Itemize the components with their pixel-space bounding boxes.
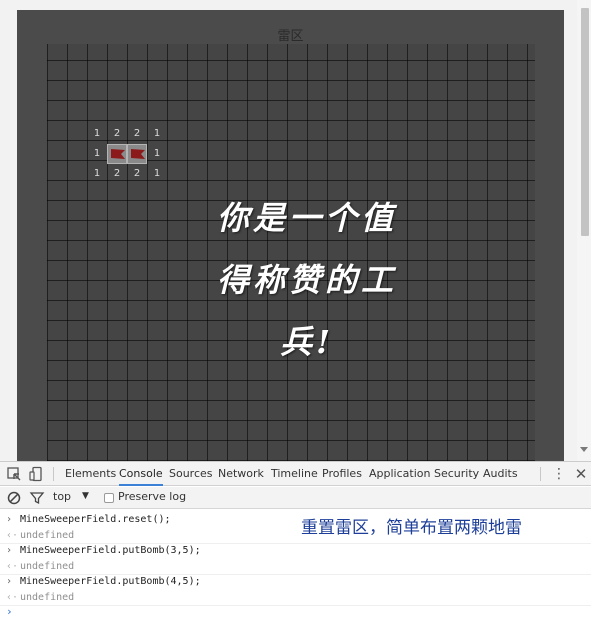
result-arrow-icon: ‹· xyxy=(6,560,19,572)
clear-console-icon[interactable] xyxy=(6,490,22,506)
context-selector[interactable]: top xyxy=(53,490,71,503)
toolbar-divider xyxy=(53,467,54,481)
toolbar-divider xyxy=(540,467,541,481)
console-text: MineSweeperField.reset(); xyxy=(20,514,171,525)
console-text: undefined xyxy=(20,591,75,603)
tab-audits[interactable]: Audits xyxy=(483,462,518,486)
flag-icon xyxy=(111,149,125,159)
console-text: undefined xyxy=(20,560,75,572)
flag-cell[interactable] xyxy=(127,144,147,164)
console-result-line: ‹· undefined xyxy=(0,528,591,544)
number-cell[interactable]: 1 xyxy=(147,144,167,164)
number-cell[interactable]: 1 xyxy=(87,124,107,144)
input-arrow-icon: › xyxy=(6,514,13,525)
console-divider xyxy=(0,605,591,606)
chevron-down-icon[interactable]: ▼ xyxy=(82,491,89,501)
tab-console[interactable]: Console xyxy=(119,462,163,486)
number-cell[interactable]: 2 xyxy=(107,164,127,184)
number-cell[interactable]: 1 xyxy=(87,164,107,184)
tab-elements[interactable]: Elements xyxy=(65,462,116,486)
device-toolbar-icon[interactable] xyxy=(28,466,44,482)
preserve-log-checkbox[interactable] xyxy=(104,493,114,503)
devtools-panel: Elements Console Sources Network Timelin… xyxy=(0,461,591,618)
scroll-down-arrow-icon[interactable] xyxy=(580,447,588,452)
vertical-scrollbar[interactable] xyxy=(577,0,591,461)
console-prompt[interactable]: › xyxy=(6,605,13,618)
tab-timeline[interactable]: Timeline xyxy=(271,462,318,486)
console-text: MineSweeperField.putBomb(4,5); xyxy=(20,576,201,587)
input-arrow-icon: › xyxy=(6,545,13,556)
flag-icon xyxy=(131,149,145,159)
inspect-element-icon[interactable] xyxy=(6,466,22,482)
page-viewport: 雷区 1221111221 你是一个值 得称赞的工 兵! xyxy=(0,0,591,461)
number-cell[interactable]: 2 xyxy=(127,164,147,184)
result-arrow-icon: ‹· xyxy=(6,591,19,603)
number-cell[interactable]: 2 xyxy=(127,124,147,144)
console-text: MineSweeperField.putBomb(3,5); xyxy=(20,545,201,556)
filter-icon[interactable] xyxy=(29,490,45,506)
console-input-line: › MineSweeperField.reset(); xyxy=(0,512,591,528)
victory-line: 得称赞的工 xyxy=(216,261,397,299)
console-output: 重置雷区，简单布置两颗地雷 › MineSweeperField.reset();… xyxy=(0,510,591,618)
console-toolbar: top ▼ Preserve log xyxy=(0,487,591,509)
number-cell[interactable]: 1 xyxy=(87,144,107,164)
console-result-line: ‹· undefined xyxy=(0,590,591,606)
result-arrow-icon: ‹· xyxy=(6,529,19,541)
number-cell[interactable]: 2 xyxy=(107,124,127,144)
victory-message: 你是一个值 得称赞的工 兵! xyxy=(187,187,427,373)
console-result-line: ‹· undefined xyxy=(0,559,591,575)
flag-cell[interactable] xyxy=(107,144,127,164)
game-title: 雷区 xyxy=(277,29,304,44)
tab-application[interactable]: Application xyxy=(369,462,430,486)
console-text: undefined xyxy=(20,529,75,541)
tab-security[interactable]: Security xyxy=(434,462,479,486)
preserve-log-label: Preserve log xyxy=(118,490,187,503)
victory-line: 兵! xyxy=(279,323,335,361)
tab-profiles[interactable]: Profiles xyxy=(322,462,362,486)
scrollbar-thumb[interactable] xyxy=(581,8,589,236)
input-arrow-icon: › xyxy=(6,576,13,587)
more-options-icon[interactable]: ⋮ xyxy=(552,465,566,483)
tab-network[interactable]: Network xyxy=(218,462,264,486)
console-input-line: › MineSweeperField.putBomb(3,5); xyxy=(0,543,591,559)
victory-line: 你是一个值 xyxy=(216,199,397,237)
tab-sources[interactable]: Sources xyxy=(169,462,213,486)
number-cell[interactable]: 1 xyxy=(147,164,167,184)
minesweeper-game: 雷区 1221111221 你是一个值 得称赞的工 兵! xyxy=(17,10,564,461)
console-input-line: › MineSweeperField.putBomb(4,5); xyxy=(0,574,591,590)
close-icon[interactable]: ✕ xyxy=(574,465,588,483)
devtools-tab-bar: Elements Console Sources Network Timelin… xyxy=(0,462,591,486)
number-cell[interactable]: 1 xyxy=(147,124,167,144)
